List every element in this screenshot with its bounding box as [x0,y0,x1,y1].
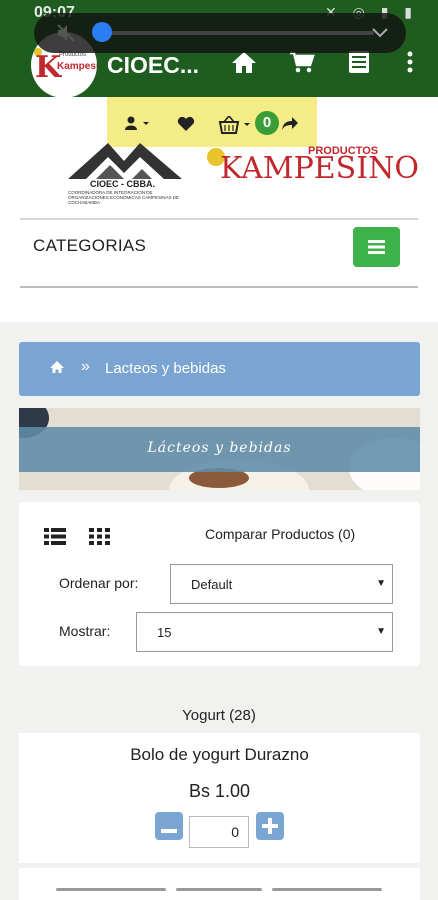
cart-icon[interactable] [289,50,315,79]
home-icon[interactable] [231,50,257,79]
show-select-value: 15 [157,625,172,640]
show-label: Mostrar: [59,623,111,639]
app-logo-brand: Kampesino [57,61,97,72]
quantity-input[interactable]: 0 [189,816,249,848]
cioec-name: CIOEC - CBBA. [90,179,155,189]
category-banner: Lácteos y bebidas [19,408,420,490]
product-filters: Comparar Productos (0) Ordenar por: Defa… [19,502,420,666]
decrease-qty-button[interactable] [155,812,183,840]
chevron-down-icon[interactable] [371,25,389,44]
categories-label: CATEGORIAS [33,236,147,255]
system-nav-bar [0,878,438,900]
site-logo[interactable]: CIOEC - CBBA. COORDINADORA DE INTEGRACIO… [60,133,419,205]
cioec-description: COORDINADORA DE INTEGRACION DE ORGANIZAC… [68,190,180,205]
dropdown-arrow-icon: ▼ [376,626,386,637]
show-select[interactable]: 15 ▼ [136,612,393,652]
volume-slider-track[interactable] [104,31,374,35]
mute-icon[interactable] [56,23,78,48]
product-card: Bolo de yogurt Durazno Bs 1.00 0 [19,733,420,863]
sort-select-value: Default [191,577,233,592]
minus-icon [161,829,177,833]
product-name[interactable]: Bolo de yogurt Durazno [19,745,420,765]
sort-label: Ordenar por: [59,575,139,591]
list-view-icon[interactable] [44,528,66,550]
increase-qty-button[interactable] [256,812,284,840]
categories-menu-button[interactable] [353,227,400,267]
divider-bottom [20,286,418,288]
nav-back[interactable] [56,888,166,891]
breadcrumb-current[interactable]: Lacteos y bebidas [105,360,226,377]
subcategory-heading[interactable]: Yogurt (28) [0,707,438,724]
app-bar: 09:07 ✕ ◎ ▮ ▮ Productos K Kampesino CIOE… [0,0,438,98]
product-price: Bs 1.00 [188,781,251,801]
grid-view-icon[interactable] [89,528,110,550]
hamburger-icon [368,240,385,254]
plus-icon [262,818,278,834]
breadcrumb-home-icon[interactable] [49,360,65,378]
cart-count-badge: 0 [255,111,279,135]
divider-top [20,218,418,220]
volume-slider-thumb[interactable] [92,22,112,42]
nav-recents[interactable] [272,888,382,891]
cioec-logo-mark [68,143,182,179]
compare-products-link[interactable]: Comparar Productos (0) [205,526,355,542]
volume-overlay [34,13,406,53]
breadcrumb: » Lacteos y bebidas [19,342,420,396]
brand-name: KAMPESINO [220,151,419,186]
sort-select[interactable]: Default ▼ [170,564,393,604]
more-vert-icon[interactable] [405,50,415,79]
dropdown-arrow-icon: ▼ [376,578,386,589]
nav-home[interactable] [176,888,262,891]
list-alt-icon[interactable] [348,50,370,79]
breadcrumb-separator: » [81,358,90,375]
banner-title: Lácteos y bebidas [147,440,292,456]
app-title: CIOEC... [107,52,200,78]
